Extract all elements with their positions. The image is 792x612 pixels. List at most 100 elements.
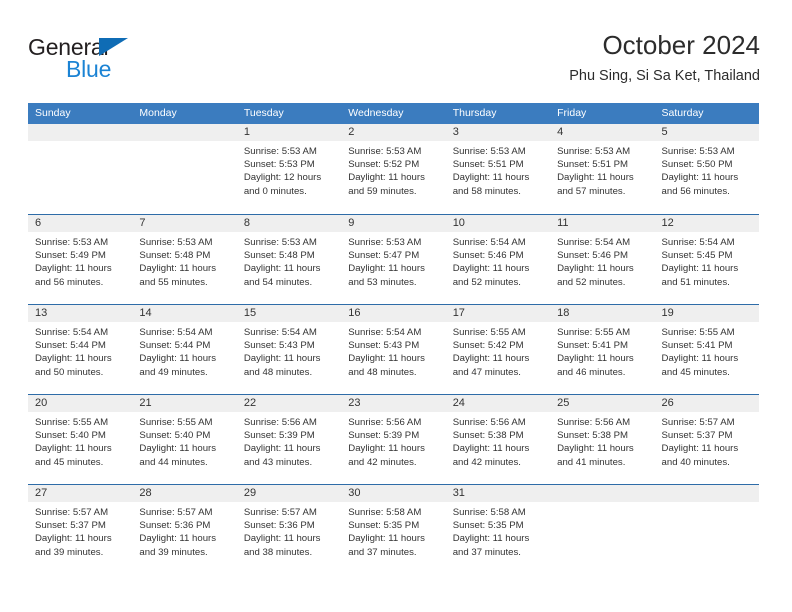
- calendar-day-cell[interactable]: 3 Sunrise: 5:53 AM Sunset: 5:51 PM Daylight…: [445, 124, 551, 214]
- day-number: 28: [132, 485, 237, 502]
- daylight-text-line1: Daylight: 11 hours: [139, 353, 217, 365]
- sunrise-text: Sunrise: 5:53 AM: [557, 146, 631, 157]
- sunrise-text: Sunrise: 5:56 AM: [348, 417, 422, 428]
- calendar-day-cell[interactable]: 1 Sunrise: 5:53 AM Sunset: 5:53 PM Daylight…: [236, 124, 342, 214]
- daylight-text-line2: and 59 minutes.: [348, 185, 417, 197]
- daylight-text-line2: and 48 minutes.: [348, 366, 417, 378]
- calendar-day-cell[interactable]: 14 Sunrise: 5:54 AM Sunset: 5:44 PM Dayligh…: [132, 305, 237, 394]
- daylight-text-line1: Daylight: 11 hours: [243, 353, 321, 365]
- sunrise-text: Sunrise: 5:54 AM: [452, 237, 526, 248]
- day-details: Sunrise: 5:53 AM Sunset: 5:52 PM Daylight:…: [341, 141, 445, 198]
- sunset-text: Sunset: 5:48 PM: [243, 250, 315, 262]
- day-number: 31: [445, 485, 551, 502]
- sunrise-text: Sunrise: 5:55 AM: [35, 417, 109, 428]
- day-details: Sunrise: 5:53 AM Sunset: 5:47 PM Daylight:…: [341, 232, 445, 289]
- calendar-day-cell[interactable]: 11 Sunrise: 5:54 AM Sunset: 5:46 PM Dayligh…: [550, 215, 655, 304]
- sunrise-text: Sunrise: 5:58 AM: [452, 507, 526, 518]
- daylight-text-line1: Daylight: 11 hours: [661, 172, 739, 184]
- sunrise-text: Sunrise: 5:54 AM: [139, 327, 213, 338]
- calendar-day-cell[interactable]: 6 Sunrise: 5:53 AM Sunset: 5:49 PM Daylight…: [28, 215, 133, 304]
- calendar-day-cell[interactable]: 30 Sunrise: 5:58 AM Sunset: 5:35 PM Dayligh…: [341, 485, 446, 574]
- daylight-text-line2: and 54 minutes.: [243, 276, 313, 288]
- sunrise-text: Sunrise: 5:53 AM: [661, 146, 735, 157]
- day-number: 14: [132, 305, 237, 322]
- sunset-text: Sunset: 5:45 PM: [661, 250, 733, 262]
- calendar-day-cell[interactable]: 8 Sunrise: 5:53 AM Sunset: 5:48 PM Daylight…: [236, 215, 342, 304]
- day-number: 1: [236, 124, 342, 141]
- sunrise-text: Sunrise: 5:53 AM: [139, 237, 213, 248]
- sunset-text: Sunset: 5:35 PM: [452, 520, 524, 532]
- calendar-day-cell[interactable]: 4 Sunrise: 5:53 AM Sunset: 5:51 PM Daylight…: [550, 124, 655, 214]
- daylight-text-line1: Daylight: 11 hours: [661, 353, 739, 365]
- calendar-day-cell[interactable]: 2 Sunrise: 5:53 AM Sunset: 5:52 PM Daylight…: [341, 124, 446, 214]
- sunset-text: Sunset: 5:39 PM: [348, 430, 420, 442]
- calendar-day-cell[interactable]: 9 Sunrise: 5:53 AM Sunset: 5:47 PM Daylight…: [341, 215, 446, 304]
- sunrise-text: Sunrise: 5:56 AM: [452, 417, 526, 428]
- daylight-text-line2: and 53 minutes.: [348, 276, 417, 288]
- calendar-day-cell[interactable]: 31 Sunrise: 5:58 AM Sunset: 5:35 PM Dayligh…: [445, 485, 551, 574]
- calendar-day-cell[interactable]: 24 Sunrise: 5:56 AM Sunset: 5:38 PM Dayligh…: [445, 395, 551, 484]
- sunrise-text: Sunrise: 5:53 AM: [243, 146, 317, 157]
- sunset-text: Sunset: 5:41 PM: [557, 340, 629, 352]
- daylight-text-line1: Daylight: 11 hours: [557, 172, 634, 184]
- day-details: Sunrise: 5:54 AM Sunset: 5:43 PM Daylight:…: [237, 322, 341, 379]
- daylight-text-line2: and 56 minutes.: [661, 185, 730, 197]
- calendar-day-cell[interactable]: 26 Sunrise: 5:57 AM Sunset: 5:37 PM Dayligh…: [654, 395, 759, 484]
- daylight-text-line1: Daylight: 11 hours: [348, 443, 425, 455]
- day-details: Sunrise: 5:58 AM Sunset: 5:35 PM Daylight:…: [341, 502, 445, 559]
- sunset-text: Sunset: 5:42 PM: [452, 340, 524, 352]
- daylight-text-line1: Daylight: 11 hours: [35, 533, 112, 545]
- daylight-text-line2: and 46 minutes.: [557, 366, 626, 378]
- weekday-header-monday: Monday: [139, 107, 177, 119]
- day-details: Sunrise: 5:53 AM Sunset: 5:51 PM Daylight:…: [550, 141, 654, 198]
- calendar-day-cell[interactable]: 28 Sunrise: 5:57 AM Sunset: 5:36 PM Dayligh…: [132, 485, 237, 574]
- sunset-text: Sunset: 5:48 PM: [139, 250, 211, 262]
- daylight-text-line1: Daylight: 11 hours: [452, 443, 530, 455]
- calendar-day-cell[interactable]: 16 Sunrise: 5:54 AM Sunset: 5:43 PM Dayligh…: [341, 305, 446, 394]
- day-number: 16: [341, 305, 446, 322]
- daylight-text-line1: Daylight: 11 hours: [35, 443, 112, 455]
- weekday-header-wednesday: Wednesday: [348, 107, 404, 119]
- day-number: 22: [236, 395, 342, 412]
- calendar-day-cell[interactable]: 7 Sunrise: 5:53 AM Sunset: 5:48 PM Daylight…: [132, 215, 237, 304]
- sunrise-text: Sunrise: 5:55 AM: [452, 327, 526, 338]
- weekday-header-tuesday: Tuesday: [243, 107, 284, 119]
- day-number: 12: [654, 215, 759, 232]
- calendar-day-cell[interactable]: 22 Sunrise: 5:56 AM Sunset: 5:39 PM Dayligh…: [236, 395, 342, 484]
- calendar-day-cell[interactable]: 18 Sunrise: 5:55 AM Sunset: 5:41 PM Dayligh…: [550, 305, 655, 394]
- calendar-day-cell[interactable]: 10 Sunrise: 5:54 AM Sunset: 5:46 PM Dayligh…: [445, 215, 551, 304]
- day-details: Sunrise: 5:54 AM Sunset: 5:44 PM Daylight:…: [28, 322, 132, 379]
- daylight-text-line1: Daylight: 11 hours: [557, 263, 634, 275]
- sunrise-text: Sunrise: 5:57 AM: [243, 507, 317, 518]
- page-title: October 2024: [602, 30, 760, 60]
- weekday-header-saturday: Saturday: [661, 107, 704, 119]
- sunset-text: Sunset: 5:43 PM: [348, 340, 420, 352]
- calendar-day-cell[interactable]: 15 Sunrise: 5:54 AM Sunset: 5:43 PM Dayligh…: [236, 305, 342, 394]
- calendar-day-cell[interactable]: 19 Sunrise: 5:55 AM Sunset: 5:41 PM Dayligh…: [654, 305, 759, 394]
- calendar-weeks: 1 Sunrise: 5:53 AM Sunset: 5:53 PM Daylight…: [28, 124, 759, 574]
- calendar-day-cell[interactable]: 25 Sunrise: 5:56 AM Sunset: 5:38 PM Dayligh…: [550, 395, 655, 484]
- sunset-text: Sunset: 5:38 PM: [452, 430, 524, 442]
- calendar-day-cell[interactable]: 20 Sunrise: 5:55 AM Sunset: 5:40 PM Dayligh…: [28, 395, 133, 484]
- calendar-week-row: 1 Sunrise: 5:53 AM Sunset: 5:53 PM Daylight…: [28, 124, 759, 214]
- weekday-header-sunday: Sunday: [35, 107, 71, 119]
- calendar-day-cell[interactable]: 12 Sunrise: 5:54 AM Sunset: 5:45 PM Dayligh…: [654, 215, 759, 304]
- calendar-day-cell[interactable]: 5 Sunrise: 5:53 AM Sunset: 5:50 PM Daylight…: [654, 124, 759, 214]
- sunset-text: Sunset: 5:52 PM: [348, 159, 420, 171]
- day-number: 5: [654, 124, 759, 141]
- calendar-day-cell[interactable]: 27 Sunrise: 5:57 AM Sunset: 5:37 PM Dayligh…: [28, 485, 133, 574]
- day-details: Sunrise: 5:53 AM Sunset: 5:50 PM Daylight:…: [655, 141, 759, 198]
- day-number: 27: [28, 485, 133, 502]
- daylight-text-line1: Daylight: 11 hours: [243, 533, 321, 545]
- daylight-text-line1: Daylight: 11 hours: [452, 172, 530, 184]
- calendar-day-cell[interactable]: 23 Sunrise: 5:56 AM Sunset: 5:39 PM Dayligh…: [341, 395, 446, 484]
- calendar-day-cell[interactable]: 17 Sunrise: 5:55 AM Sunset: 5:42 PM Dayligh…: [445, 305, 551, 394]
- calendar-day-cell[interactable]: 13 Sunrise: 5:54 AM Sunset: 5:44 PM Dayligh…: [28, 305, 133, 394]
- daylight-text-line2: and 44 minutes.: [139, 456, 208, 468]
- sunset-text: Sunset: 5:50 PM: [661, 159, 733, 171]
- daylight-text-line2: and 38 minutes.: [243, 546, 313, 558]
- calendar-day-cell[interactable]: 21 Sunrise: 5:55 AM Sunset: 5:40 PM Dayligh…: [132, 395, 237, 484]
- calendar-day-cell-empty: [550, 485, 655, 574]
- calendar-day-cell[interactable]: 29 Sunrise: 5:57 AM Sunset: 5:36 PM Dayligh…: [236, 485, 342, 574]
- logo-text-blue: Blue: [66, 56, 112, 82]
